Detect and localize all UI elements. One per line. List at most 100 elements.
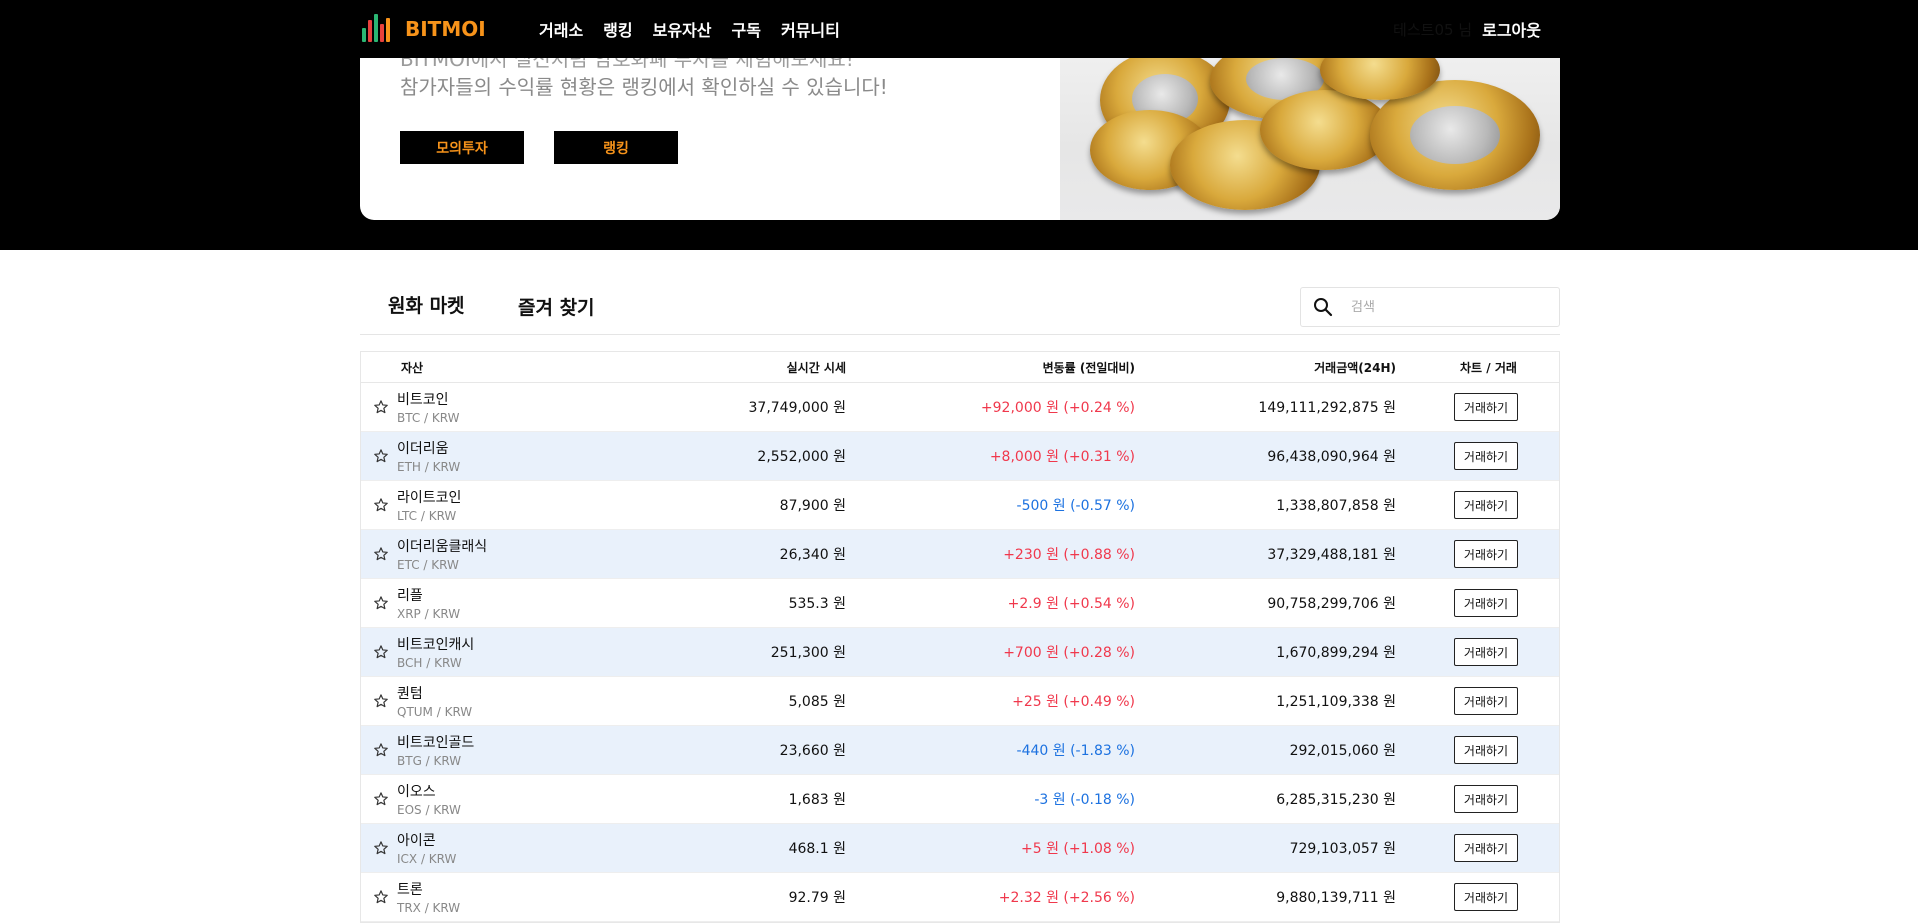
header-asset[interactable]: 자산 [401,359,423,376]
asset-change: -500 원 (-0.57 %) [1016,498,1135,514]
logout-button[interactable]: 로그아웃 [1482,17,1541,41]
star-outline-icon[interactable] [373,546,389,562]
table-row[interactable]: 비트코인캐시 BCH / KRW 251,300 원 +700 원 (+0.28 %)… [361,628,1559,677]
table-body: 비트코인 BTC / KRW 37,749,000 원 +92,000 원 (+0.2… [361,383,1559,922]
star-outline-icon[interactable] [373,448,389,464]
market-tabs: 원화 마켓 즐겨 찾기 [360,285,1560,335]
table-row[interactable]: 아이콘 ICX / KRW 468.1 원 +5 원 (+1.08 %) 729,103… [361,824,1559,873]
hero-line-2: 참가자들의 수익률 현황은 랭킹에서 확인하실 수 있습니다! [400,75,888,99]
star-outline-icon[interactable] [373,644,389,660]
table-row[interactable]: 트론 TRX / KRW 92.79 원 +2.32 원 (+2.56 %) 9,880… [361,873,1559,922]
table-header: 자산 실시간 시세 변동률 (전일대비) 거래금액(24H) 차트 / 거래 [361,352,1559,383]
asset-name[interactable]: 비트코인골드 [397,732,474,752]
asset-volume: 9,880,139,711 원 [1276,890,1396,906]
asset-name[interactable]: 이오스 [397,781,461,801]
trade-button[interactable]: 거래하기 [1454,540,1518,568]
logo[interactable]: BITMOI [362,12,486,46]
trade-button[interactable]: 거래하기 [1454,589,1518,617]
asset-name[interactable]: 비트코인캐시 [397,634,474,654]
header-volume[interactable]: 거래금액(24H) [1314,359,1396,376]
asset-symbol: BTC / KRW [397,411,460,425]
trade-button[interactable]: 거래하기 [1454,393,1518,421]
asset-symbol: BCH / KRW [397,656,462,670]
mock-trade-button[interactable]: 모의투자 [400,131,524,164]
star-outline-icon[interactable] [373,889,389,905]
asset-price: 2,552,000 원 [757,449,846,465]
ranking-button[interactable]: 랭킹 [554,131,678,164]
asset-name[interactable]: 트론 [397,879,460,899]
search-icon [1313,297,1333,317]
market-section: 원화 마켓 즐겨 찾기 자산 실시간 시세 변동률 (전일대비) 거래금액(24… [360,285,1560,923]
menu-holdings[interactable]: 보유자산 [653,17,712,41]
asset-change: +5 원 (+1.08 %) [1021,841,1135,857]
asset-change: +230 원 (+0.88 %) [1003,547,1135,563]
star-outline-icon[interactable] [373,497,389,513]
trade-button[interactable]: 거래하기 [1454,883,1518,911]
asset-price: 92.79 원 [788,890,846,906]
asset-symbol: ETC / KRW [397,558,459,572]
table-row[interactable]: 이오스 EOS / KRW 1,683 원 -3 원 (-0.18 %) 6,285,3… [361,775,1559,824]
asset-volume: 1,670,899,294 원 [1276,645,1396,661]
search-input[interactable] [1351,299,1531,315]
asset-symbol: ETH / KRW [397,460,461,474]
trade-button[interactable]: 거래하기 [1454,687,1518,715]
asset-name[interactable]: 퀀텀 [397,683,472,703]
asset-volume: 1,338,807,858 원 [1276,498,1396,514]
candlestick-logo-icon [362,13,396,45]
header-change[interactable]: 변동률 (전일대비) [1043,359,1135,376]
asset-name[interactable]: 이더리움클래식 [397,536,487,556]
trade-button[interactable]: 거래하기 [1454,638,1518,666]
asset-name[interactable]: 리플 [397,585,460,605]
star-outline-icon[interactable] [373,693,389,709]
asset-symbol: XRP / KRW [397,607,461,621]
user-name: 테스트05 님 [1393,20,1473,39]
asset-price: 23,660 원 [779,743,846,759]
menu-subscribe[interactable]: 구독 [732,17,761,41]
star-outline-icon[interactable] [373,791,389,807]
header-action: 차트 / 거래 [1460,360,1517,375]
asset-change: +2.32 원 (+2.56 %) [998,890,1135,906]
star-outline-icon[interactable] [373,840,389,856]
table-row[interactable]: 비트코인 BTC / KRW 37,749,000 원 +92,000 원 (+0.2… [361,383,1559,432]
trade-button[interactable]: 거래하기 [1454,442,1518,470]
menu-ranking[interactable]: 랭킹 [603,17,632,41]
menu-community[interactable]: 커뮤니티 [781,17,840,41]
asset-volume: 37,329,488,181 원 [1267,547,1396,563]
asset-name[interactable]: 라이트코인 [397,487,461,507]
star-outline-icon[interactable] [373,742,389,758]
trade-button[interactable]: 거래하기 [1454,785,1518,813]
table-row[interactable]: 리플 XRP / KRW 535.3 원 +2.9 원 (+0.54 %) 90,758… [361,579,1559,628]
asset-price: 1,683 원 [788,792,846,808]
logo-text: BITMOI [405,17,486,41]
coins-image [1060,40,1560,220]
trade-button[interactable]: 거래하기 [1454,834,1518,862]
asset-symbol: BTG / KRW [397,754,462,768]
asset-change: -3 원 (-0.18 %) [1034,792,1135,808]
table-row[interactable]: 라이트코인 LTC / KRW 87,900 원 -500 원 (-0.57 %) 1,… [361,481,1559,530]
asset-change: +700 원 (+0.28 %) [1003,645,1135,661]
search-box[interactable] [1300,287,1560,327]
table-row[interactable]: 이더리움 ETH / KRW 2,552,000 원 +8,000 원 (+0.31 … [361,432,1559,481]
trade-button[interactable]: 거래하기 [1454,736,1518,764]
asset-name[interactable]: 아이콘 [397,830,456,850]
asset-symbol: ICX / KRW [397,852,457,866]
asset-change: +2.9 원 (+0.54 %) [1007,596,1135,612]
asset-name[interactable]: 비트코인 [397,389,460,409]
asset-price: 468.1 원 [788,841,846,857]
trade-button[interactable]: 거래하기 [1454,491,1518,519]
tab-favorites[interactable]: 즐겨 찾기 [518,293,595,320]
asset-name[interactable]: 이더리움 [397,438,460,458]
star-outline-icon[interactable] [373,595,389,611]
table-row[interactable]: 이더리움클래식 ETC / KRW 26,340 원 +230 원 (+0.88 %)… [361,530,1559,579]
menu-exchange[interactable]: 거래소 [539,17,583,41]
table-row[interactable]: 퀀텀 QTUM / KRW 5,085 원 +25 원 (+0.49 %) 1,251,… [361,677,1559,726]
asset-change: +92,000 원 (+0.24 %) [980,400,1135,416]
asset-volume: 1,251,109,338 원 [1276,694,1396,710]
star-outline-icon[interactable] [373,399,389,415]
tab-krw-market[interactable]: 원화 마켓 [388,291,465,318]
header-price[interactable]: 실시간 시세 [787,359,846,376]
asset-volume: 96,438,090,964 원 [1267,449,1396,465]
table-row[interactable]: 비트코인골드 BTG / KRW 23,660 원 -440 원 (-1.83 %) 2… [361,726,1559,775]
asset-price: 5,085 원 [788,694,846,710]
asset-price: 37,749,000 원 [748,400,847,416]
